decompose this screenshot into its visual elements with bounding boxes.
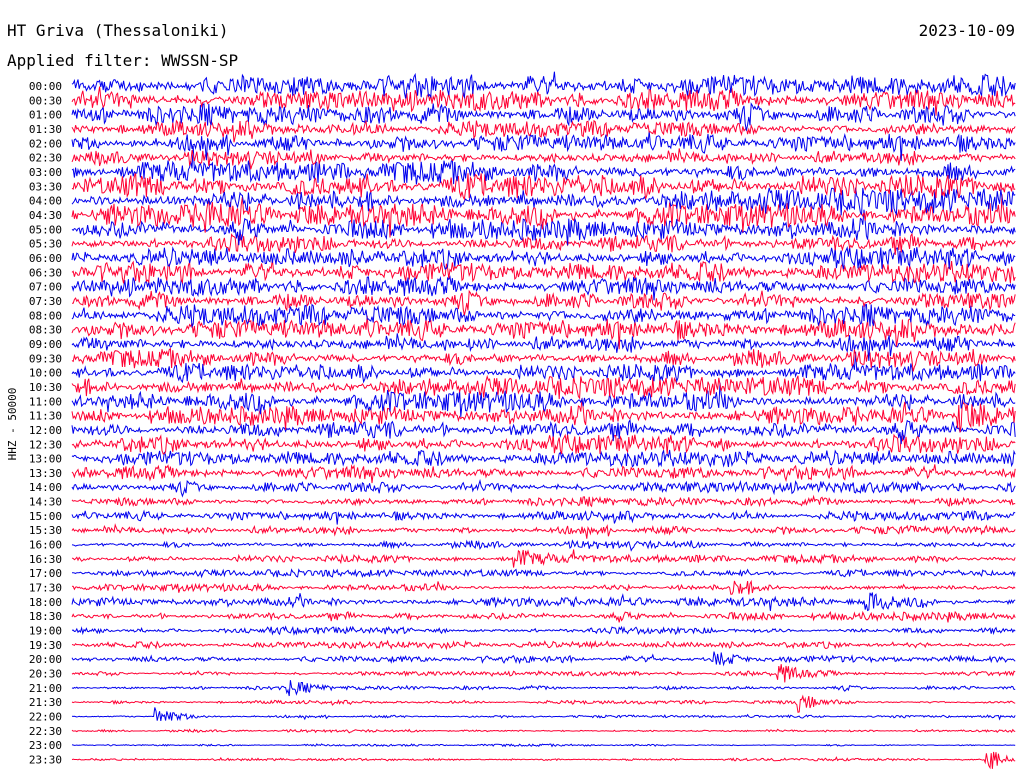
filter-label: Applied filter: WWSSN-SP: [7, 51, 238, 70]
time-label: 04:30: [29, 209, 62, 222]
seismic-trace: [72, 568, 1016, 579]
time-label: 23:30: [29, 754, 62, 767]
seismic-trace: [71, 148, 1016, 170]
time-label: 18:00: [29, 596, 62, 609]
time-label: 17:00: [29, 567, 62, 580]
time-label: 19:30: [29, 639, 62, 652]
seismic-trace: [71, 707, 1016, 722]
time-label: 05:30: [29, 238, 62, 251]
time-label: 21:00: [29, 682, 62, 695]
seismic-trace: [71, 680, 1016, 697]
seismic-trace: [71, 275, 1016, 301]
trace-group: [71, 71, 1016, 770]
seismic-trace: [71, 639, 1016, 651]
seismic-trace: [71, 464, 1016, 484]
time-label: 11:30: [29, 410, 62, 423]
time-label: 01:30: [29, 123, 62, 136]
seismic-trace: [71, 728, 1016, 734]
seismic-trace: [71, 303, 1016, 329]
seismic-trace: [71, 509, 1016, 525]
time-label: 02:30: [29, 152, 62, 165]
seismic-trace: [71, 494, 1016, 508]
seismogram-chart: HT Griva (Thessaloniki) 2023-10-09 Appli…: [0, 0, 1024, 780]
seismic-trace: [71, 549, 1016, 568]
time-label: 22:00: [29, 711, 62, 724]
seismic-trace: [71, 145, 1016, 185]
y-axis-label: HHZ - 50000: [6, 388, 19, 461]
time-label: 13:30: [29, 467, 62, 480]
time-label: 09:30: [29, 352, 62, 365]
time-label: 12:00: [29, 424, 62, 437]
time-label: 06:30: [29, 266, 62, 279]
seismic-trace: [71, 592, 1016, 612]
time-label: 12:30: [29, 438, 62, 451]
seismic-trace: [71, 333, 1016, 361]
time-label: 11:00: [29, 395, 62, 408]
time-label: 02:00: [29, 137, 62, 150]
seismic-trace: [71, 743, 1016, 748]
time-label: 03:00: [29, 166, 62, 179]
seismic-trace: [71, 523, 1016, 539]
seismic-trace: [71, 448, 1016, 468]
time-label: 23:00: [29, 739, 62, 752]
seismic-trace: [71, 347, 1016, 372]
seismic-trace: [71, 71, 1016, 100]
time-label: 18:30: [29, 610, 62, 623]
time-label: 15:00: [29, 510, 62, 523]
seismic-trace: [71, 478, 1016, 498]
seismic-trace: [71, 694, 1016, 713]
seismic-trace: [71, 625, 1016, 636]
seismic-trace: [71, 259, 1016, 285]
time-label: 04:00: [29, 195, 62, 208]
seismic-trace: [71, 610, 1016, 623]
seismic-trace: [71, 245, 1016, 270]
time-label: 08:30: [29, 324, 62, 337]
seismic-trace: [71, 433, 1016, 455]
station-title: HT Griva (Thessaloniki): [7, 21, 229, 40]
seismic-trace: [71, 751, 1016, 770]
seismic-trace: [71, 539, 1016, 552]
time-label: 08:00: [29, 309, 62, 322]
time-label: 14:00: [29, 481, 62, 494]
time-label: 17:30: [29, 582, 62, 595]
time-label: 16:00: [29, 539, 62, 552]
time-label: 00:00: [29, 80, 62, 93]
time-label: 14:30: [29, 496, 62, 509]
time-label: 21:30: [29, 696, 62, 709]
seismic-trace: [71, 374, 1016, 400]
time-label: 10:00: [29, 367, 62, 380]
time-label: 07:00: [29, 281, 62, 294]
time-label: 10:30: [29, 381, 62, 394]
time-label: 13:00: [29, 453, 62, 466]
seismic-trace: [71, 119, 1016, 143]
time-label: 22:30: [29, 725, 62, 738]
time-label: 01:00: [29, 109, 62, 122]
time-label: 16:30: [29, 553, 62, 566]
time-label: 06:00: [29, 252, 62, 265]
date-label: 2023-10-09: [919, 21, 1015, 40]
seismic-trace: [71, 579, 1016, 595]
seismic-trace: [71, 664, 1016, 683]
time-label: 05:00: [29, 223, 62, 236]
seismogram-svg: HT Griva (Thessaloniki) 2023-10-09 Appli…: [6, 21, 1016, 770]
time-label: 20:00: [29, 653, 62, 666]
time-label: 00:30: [29, 94, 62, 107]
time-label: 19:00: [29, 625, 62, 638]
time-label: 07:30: [29, 295, 62, 308]
time-label: 15:30: [29, 524, 62, 537]
time-label: 20:30: [29, 668, 62, 681]
time-label: 03:30: [29, 180, 62, 193]
seismic-trace: [71, 651, 1016, 667]
time-label: 09:00: [29, 338, 62, 351]
time-labels: 00:0000:30 01:0001:3002:00 02:3003:0003:30…: [29, 80, 62, 767]
